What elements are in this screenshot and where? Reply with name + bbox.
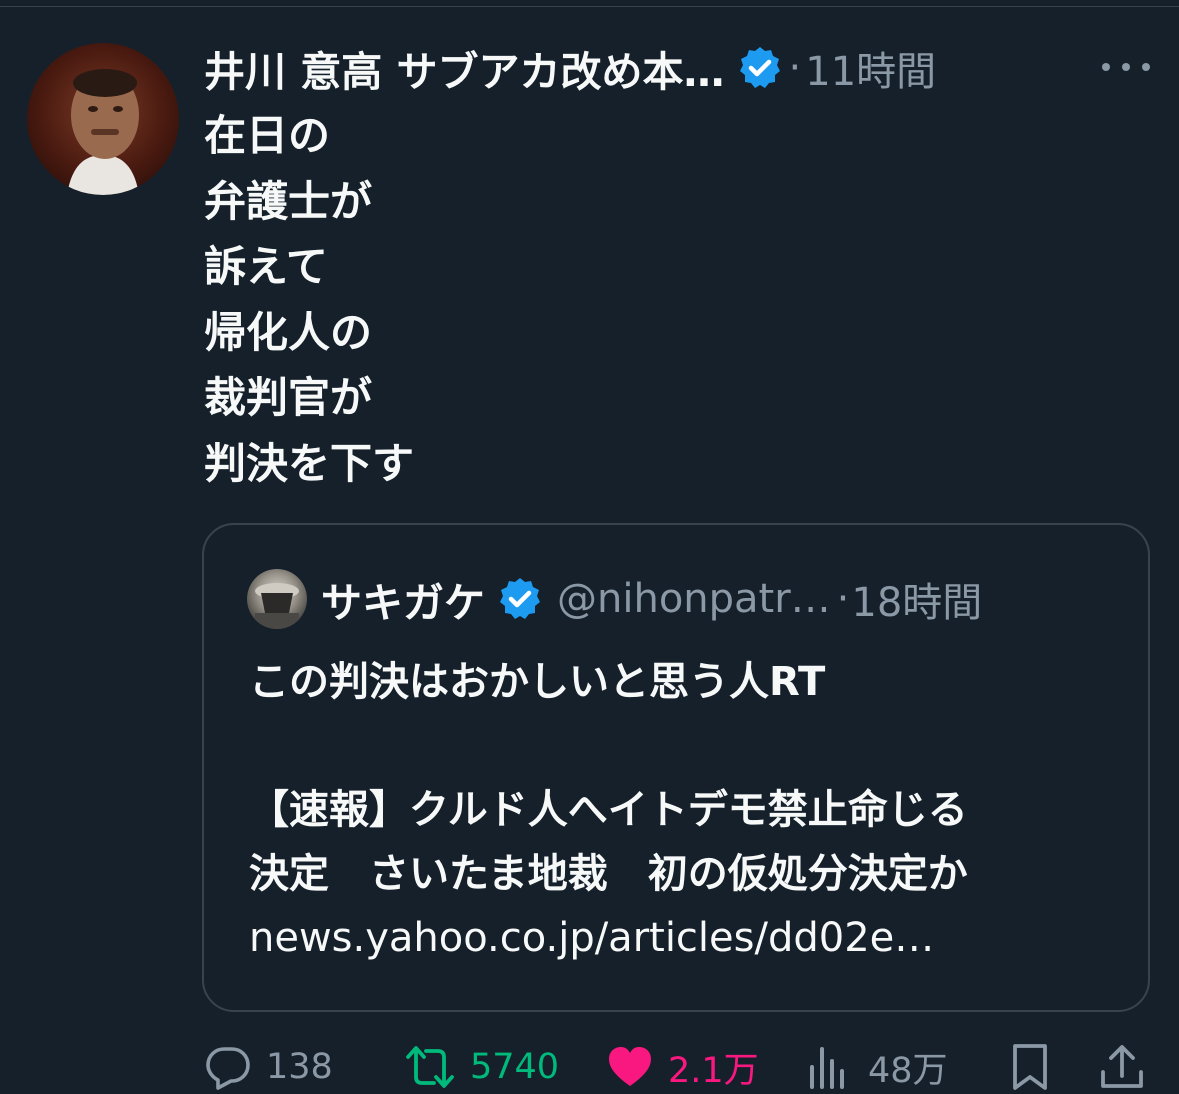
quoted-tweet-card[interactable]: サキガケ @nihonpatr… · 18時間 この判決はおかしいと思う人RT … [202,523,1150,1012]
like-icon [609,1047,651,1086]
meta-separator: · [788,45,802,91]
quoted-link[interactable]: news.yahoo.co.jp/articles/dd02e… [249,906,1139,970]
views-button[interactable]: 48万 [806,1040,948,1094]
share-icon [1101,1045,1143,1088]
retweet-count: 5740 [470,1047,560,1087]
reply-button[interactable]: 138 [204,1040,333,1094]
tweet-body-line: 判決を下す [204,438,415,488]
tweet-timestamp[interactable]: 11時間 [805,39,936,97]
retweet-icon [406,1046,454,1088]
quoted-header: サキガケ @nihonpatr… · 18時間 [321,571,1141,627]
tweet-body-line: 在日の [204,111,331,160]
views-count: 48万 [868,1050,948,1091]
author-name[interactable]: 井川 意高 サブアカ改め本… [204,38,725,98]
quoted-body-line: この判決はおかしいと思う人RT [249,659,826,705]
quoted-author-name: サキガケ [321,579,485,627]
bookmark-button[interactable] [1008,1040,1052,1094]
retweet-button[interactable]: 5740 [404,1040,559,1094]
verified-badge-icon [737,45,783,91]
share-button[interactable] [1098,1040,1146,1094]
quoted-author-avatar[interactable] [247,569,307,629]
views-icon [810,1047,844,1089]
tweet-body-line: 裁判官が [204,373,373,422]
quoted-author-handle: @nihonpatr… [557,576,831,622]
reply-count: 138 [266,1047,333,1087]
tweet-body: 在日の 弁護士が 訴えて 帰化人の 裁判官が 判決を下す [204,103,1104,496]
quoted-body: この判決はおかしいと思う人RT 【速報】クルド人へイトデモ禁止命じる 決定 さい… [249,650,1139,970]
tweet[interactable]: 井川 意高 サブアカ改め本… · 11時間 在日の 弁護士が 訴えて 帰化人の … [0,0,1179,1094]
like-button[interactable]: 2.1万 [606,1040,759,1094]
reply-icon [206,1047,250,1090]
tweet-actions-bar: 138 5740 2.1万 48万 [204,1040,1154,1094]
tweet-header: 井川 意高 サブアカ改め本… · 11時間 [204,40,1144,96]
tweet-body-line: 帰化人の [204,307,373,357]
more-options-icon[interactable] [1102,52,1150,82]
like-count: 2.1万 [668,1050,759,1091]
tweet-body-line: 弁護士が [204,176,373,226]
tweet-body-line: 訴えて [204,242,328,291]
quoted-body-line: 決定 さいたま地裁 初の仮処分決定か [249,851,968,897]
bookmark-icon [1013,1044,1047,1090]
meta-separator: · [836,576,850,622]
quoted-body-line: 【速報】クルド人へイトデモ禁止命じる [249,787,968,833]
quoted-timestamp: 18時間 [851,580,983,626]
quoted-blank-line [249,714,1139,778]
verified-badge-icon [497,576,543,622]
author-avatar[interactable] [27,43,179,195]
